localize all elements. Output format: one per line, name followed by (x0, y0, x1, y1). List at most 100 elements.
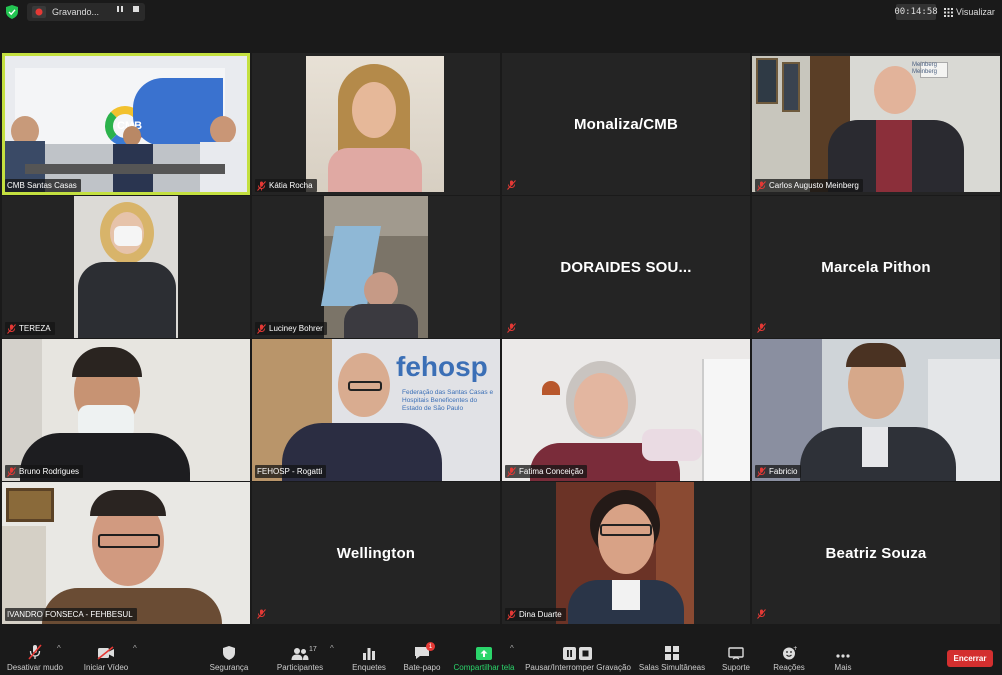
participant-name-label: TEREZA (5, 322, 55, 335)
video-tile-luciney[interactable]: Luciney Bohrer (252, 196, 500, 338)
muted-mic-icon (757, 466, 766, 477)
support-button[interactable]: Suporte (716, 636, 756, 675)
breakout-rooms-icon (665, 646, 679, 660)
start-video-label: Iniciar Vídeo (83, 663, 129, 672)
video-tile-tereza[interactable]: TEREZA (2, 196, 250, 338)
video-off-icon (97, 646, 114, 660)
shield-icon (223, 646, 235, 660)
participant-name: IVANDRO FONSECA - FEHBESUL (7, 610, 133, 619)
participants-options-chevron-icon[interactable]: ^ (330, 644, 334, 653)
recording-icon (32, 6, 46, 18)
participant-name: Fabricio (769, 467, 798, 476)
video-tile-bruno[interactable]: Bruno Rodrigues (2, 339, 250, 481)
share-screen-icon (476, 647, 492, 660)
shield-icon[interactable] (6, 5, 18, 19)
participant-name: Bruno Rodrigues (19, 467, 80, 476)
participant-name-label: Kátia Rocha (255, 179, 317, 192)
video-tile-ivandro[interactable]: IVANDRO FONSECA - FEHBESUL (2, 482, 250, 624)
breakout-rooms-button[interactable]: Salas Simultâneas (638, 636, 706, 675)
video-tile-cmb[interactable]: CMB CMB Santas Casas (2, 53, 250, 195)
muted-mic-icon (507, 466, 516, 477)
participant-video (320, 196, 428, 338)
participant-name-label: IVANDRO FONSECA - FEHBESUL (5, 608, 137, 621)
participant-video (2, 482, 250, 624)
share-screen-label: Compartilhar tela (453, 663, 515, 672)
support-icon (728, 647, 744, 660)
video-tile-doraides[interactable]: DORAIDES SOU... (502, 196, 750, 338)
participant-video: fehosp Federação das Santas Casas e Hosp… (252, 339, 500, 481)
muted-mic-icon (507, 323, 516, 333)
start-video-button[interactable]: Iniciar Vídeo (80, 636, 132, 675)
video-tile-dina[interactable]: Dina Duarte (502, 482, 750, 624)
muted-mic-icon (257, 180, 266, 191)
reactions-button[interactable]: + Reações (768, 636, 810, 675)
polls-icon (363, 648, 375, 660)
muted-mic-icon (757, 180, 766, 191)
grid-view-icon (944, 7, 953, 17)
muted-mic-icon (507, 180, 516, 190)
participant-name-label: Fatima Conceição (505, 465, 588, 478)
video-tile-katia[interactable]: Kátia Rocha (252, 53, 500, 195)
view-button[interactable]: Visualizar (944, 4, 995, 20)
more-button[interactable]: Mais (826, 636, 860, 675)
meeting-toolbar: Desativar mudo ^ Iniciar Vídeo ^ Seguran… (0, 636, 1002, 675)
pause-stop-recording-button[interactable]: Pausar/Interromper Gravação (524, 636, 632, 675)
video-tile-monaliza[interactable]: Monaliza/CMB (502, 53, 750, 195)
video-tile-fehosp[interactable]: fehosp Federação das Santas Casas e Hosp… (252, 339, 500, 481)
participant-name-label: Bruno Rodrigues (5, 465, 84, 478)
participant-name: Kátia Rocha (269, 181, 313, 190)
video-options-chevron-icon[interactable]: ^ (133, 644, 137, 653)
pause-recording-icon[interactable] (113, 3, 127, 15)
stop-recording-icon[interactable] (129, 3, 143, 15)
unmute-label: Desativar mudo (6, 663, 64, 672)
meeting-timer: 00:14:58 (894, 4, 938, 20)
muted-mic-icon (257, 609, 266, 619)
participant-video: Meinberg Meinberg (752, 56, 1000, 192)
share-screen-button[interactable]: Compartilhar tela (452, 636, 516, 675)
end-meeting-button[interactable]: Encerrar (947, 650, 993, 667)
recording-indicator: Gravando... (27, 3, 145, 21)
video-tile-marcela[interactable]: Marcela Pithon (752, 196, 1000, 338)
video-tile-carlos[interactable]: Meinberg Meinberg Carlos Augusto Meinber… (752, 53, 1000, 195)
security-button[interactable]: Segurança (206, 636, 252, 675)
participant-video (74, 196, 178, 338)
video-tile-fabricio[interactable]: Fabricio (752, 339, 1000, 481)
participant-name-label: FEHOSP - Rogatti (255, 465, 327, 478)
reactions-label: Reações (773, 663, 805, 672)
participant-video (306, 56, 444, 192)
breakout-rooms-label: Salas Simultâneas (638, 663, 706, 672)
chat-label: Bate-papo (403, 663, 441, 672)
participants-button[interactable]: Participantes (274, 636, 326, 675)
participant-name-label: Fabricio (755, 465, 802, 478)
chat-button[interactable]: Bate-papo (400, 636, 444, 675)
recording-label: Gravando... (52, 7, 100, 17)
participant-name: TEREZA (19, 324, 51, 333)
participant-name: Fatima Conceição (519, 467, 584, 476)
participant-name-label: CMB Santas Casas (5, 179, 81, 192)
audio-options-chevron-icon[interactable]: ^ (57, 644, 61, 653)
unmute-button[interactable]: Desativar mudo (4, 636, 66, 675)
muted-mic-icon (507, 609, 516, 620)
participant-name: CMB Santas Casas (7, 181, 77, 190)
polls-button[interactable]: Enquetes (349, 636, 389, 675)
support-label: Suporte (721, 663, 751, 672)
participant-name-label: Carlos Augusto Meinberg (755, 179, 863, 192)
video-tile-beatriz[interactable]: Beatriz Souza (752, 482, 1000, 624)
participants-count: 17 (309, 646, 317, 653)
fehosp-logo-text: fehosp (396, 351, 488, 382)
fehosp-subtitle: Federação das Santas Casas e Hospitais B… (402, 389, 494, 412)
participant-name: FEHOSP - Rogatti (257, 467, 323, 476)
muted-mic-icon (257, 323, 266, 334)
video-tile-fatima[interactable]: Fatima Conceição (502, 339, 750, 481)
reactions-icon: + (782, 646, 797, 660)
share-options-chevron-icon[interactable]: ^ (510, 644, 514, 653)
muted-mic-icon (7, 323, 16, 334)
participant-name-label: Dina Duarte (505, 608, 566, 621)
participant-name-label: Luciney Bohrer (255, 322, 327, 335)
top-bar: Gravando... 00:14:58 Visualizar (0, 0, 1002, 24)
participant-video: CMB (5, 56, 247, 192)
participant-name: Dina Duarte (519, 610, 562, 619)
muted-mic-icon (28, 644, 42, 660)
video-tile-wellington[interactable]: Wellington (252, 482, 500, 624)
participant-video (502, 339, 750, 481)
